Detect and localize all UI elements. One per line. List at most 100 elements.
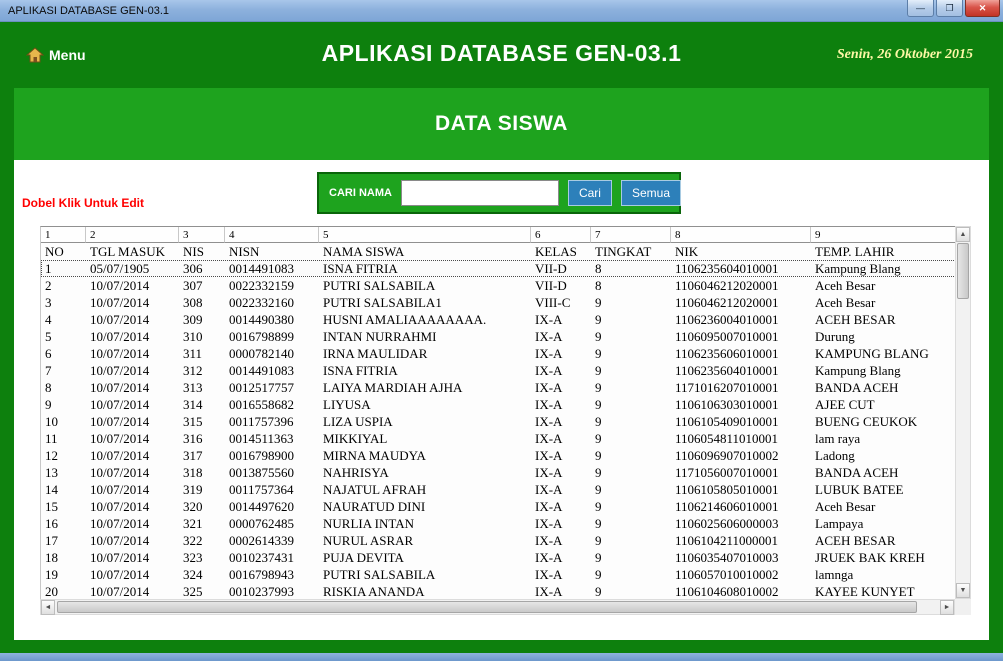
cell: LIYUSA — [323, 397, 371, 412]
cell: 5 — [45, 329, 52, 344]
cell: MIRNA MAUDYA — [323, 448, 426, 463]
cell: TGL MASUK — [86, 243, 179, 260]
table-row[interactable]: 9 10/07/2014 314 0016558682 LIYUSA IX-A 9 11061… — [41, 396, 956, 413]
vertical-scrollbar-thumb[interactable] — [957, 243, 969, 299]
cell: 0013875560 — [229, 465, 294, 480]
cell: 10/07/2014 — [90, 465, 150, 480]
cell: ISNA FITRIA — [323, 363, 398, 378]
menu-button[interactable]: Menu — [26, 47, 86, 63]
home-icon — [26, 47, 44, 63]
cell: 10/07/2014 — [90, 516, 150, 531]
table-row[interactable]: 8 10/07/2014 313 0012517757 LAIYA MARDIAH AJ… — [41, 379, 956, 396]
table-row[interactable]: 17 10/07/2014 322 0002614339 NURUL ASRAR IX-A… — [41, 532, 956, 549]
search-input[interactable] — [400, 180, 559, 206]
cell: 323 — [183, 550, 203, 565]
cell: 1106025606000003 — [675, 516, 779, 531]
cell: PUTRI SALSABILA — [323, 567, 436, 582]
table-row[interactable]: 10 10/07/2014 315 0011757396 LIZA USPIA IX-A 9… — [41, 413, 956, 430]
table-row[interactable]: 14 10/07/2014 319 0011757364 NAJATUL AFRAH IX… — [41, 481, 956, 498]
cell: 307 — [183, 278, 203, 293]
cell: IX-A — [535, 363, 563, 378]
cell: 4 — [45, 312, 52, 327]
cell: 324 — [183, 567, 203, 582]
cell: AJEE CUT — [815, 397, 875, 412]
table-row[interactable]: 13 10/07/2014 318 0013875560 NAHRISYA IX-A 9 11… — [41, 464, 956, 481]
minimize-button[interactable]: — — [907, 0, 934, 17]
close-button[interactable]: ✕ — [965, 0, 1000, 17]
cell: 1106104608010002 — [675, 584, 779, 599]
cell: 10/07/2014 — [90, 499, 150, 514]
cell: NIS — [179, 243, 225, 260]
cell: 9 — [595, 346, 602, 361]
cell: 1 — [41, 227, 86, 243]
cell: 325 — [183, 584, 203, 599]
cell: 308 — [183, 295, 203, 310]
cell: IX-A — [535, 550, 563, 565]
table-row[interactable]: 18 10/07/2014 323 0010237431 PUJA DEVITA IX-A… — [41, 549, 956, 566]
maximize-button[interactable]: ❐ — [936, 0, 963, 17]
table-row[interactable]: 15 10/07/2014 320 0014497620 NAURATUD DINI IX… — [41, 498, 956, 515]
cell: 9 — [595, 431, 602, 446]
scroll-up-icon[interactable]: ▲ — [956, 227, 970, 242]
scroll-right-icon[interactable]: ► — [940, 600, 954, 615]
cell: 315 — [183, 414, 203, 429]
window-titlebar[interactable]: APLIKASI DATABASE GEN-03.1 — ❐ ✕ — [0, 0, 1003, 22]
table-row[interactable]: 20 10/07/2014 325 0010237993 RISKIA ANANDA IX… — [41, 583, 956, 600]
table-row[interactable]: 1 05/07/1905 306 0014491083 ISNA FITRIA VII-D… — [41, 260, 956, 277]
table-row[interactable]: 5 10/07/2014 310 0016798899 INTAN NURRAHMI IX… — [41, 328, 956, 345]
cell: BANDA ACEH — [815, 380, 899, 395]
cell: 1106106303010001 — [675, 397, 779, 412]
cell: 0016798900 — [229, 448, 294, 463]
cell: 9 — [595, 567, 602, 582]
cell: 10/07/2014 — [90, 448, 150, 463]
cell: 0010237993 — [229, 584, 294, 599]
cari-button[interactable]: Cari — [567, 180, 612, 206]
cell: 05/07/1905 — [90, 261, 150, 276]
table-row[interactable]: 6 10/07/2014 311 0000782140 IRNA MAULIDAR IX-… — [41, 345, 956, 362]
app-header: Menu APLIKASI DATABASE GEN-03.1 Senin, 2… — [0, 22, 1003, 88]
cell: VIII-C — [535, 295, 571, 310]
table-row[interactable]: 2 10/07/2014 307 0022332159 PUTRI SALSABILA V… — [41, 277, 956, 294]
cell: 9 — [595, 584, 602, 599]
cell: 10/07/2014 — [90, 278, 150, 293]
menu-label: Menu — [49, 47, 86, 63]
cell: 7 — [45, 363, 52, 378]
cell: 9 — [811, 227, 956, 243]
cell: 16 — [45, 516, 58, 531]
cell: 12 — [45, 448, 58, 463]
cell: 309 — [183, 312, 203, 327]
cell: 1106105409010001 — [675, 414, 779, 429]
cell: NAURATUD DINI — [323, 499, 426, 514]
cell: 1 — [45, 261, 52, 276]
scroll-left-icon[interactable]: ◄ — [41, 600, 55, 615]
cell: 0002614339 — [229, 533, 294, 548]
cell: 321 — [183, 516, 203, 531]
horizontal-scrollbar[interactable]: ◄ ► — [40, 599, 955, 615]
cell: 20 — [45, 584, 58, 599]
scroll-down-icon[interactable]: ▼ — [956, 583, 970, 598]
horizontal-scrollbar-thumb[interactable] — [57, 601, 917, 613]
cell: NISN — [225, 243, 319, 260]
table-row[interactable]: 12 10/07/2014 317 0016798900 MIRNA MAUDYA IX-… — [41, 447, 956, 464]
cell: 10/07/2014 — [90, 380, 150, 395]
cell: RISKIA ANANDA — [323, 584, 425, 599]
table-row[interactable]: 19 10/07/2014 324 0016798943 PUTRI SALSABILA… — [41, 566, 956, 583]
cell: 0011757364 — [229, 482, 294, 497]
vertical-scrollbar[interactable]: ▲ ▼ — [955, 226, 971, 599]
cell: 0000782140 — [229, 346, 294, 361]
table-row[interactable]: 16 10/07/2014 321 0000762485 NURLIA INTAN IX-… — [41, 515, 956, 532]
cell: BANDA ACEH — [815, 465, 899, 480]
cell: Aceh Besar — [815, 499, 876, 514]
cell: 9 — [595, 533, 602, 548]
cell: 18 — [45, 550, 58, 565]
table-row[interactable]: 4 10/07/2014 309 0014490380 HUSNI AMALIAAAAA… — [41, 311, 956, 328]
section-title-band: DATA SISWA — [14, 88, 989, 160]
cell: 0016558682 — [229, 397, 294, 412]
semua-button[interactable]: Semua — [620, 180, 681, 206]
table-row[interactable]: 7 10/07/2014 312 0014491083 ISNA FITRIA IX-A 9… — [41, 362, 956, 379]
table-row[interactable]: 11 10/07/2014 316 0014511363 MIKKIYAL IX-A 9 11… — [41, 430, 956, 447]
cell: VII-D — [535, 278, 567, 293]
table-row[interactable]: 3 10/07/2014 308 0022332160 PUTRI SALSABILA1… — [41, 294, 956, 311]
cell: 0000762485 — [229, 516, 294, 531]
date-label: Senin, 26 Oktober 2015 — [836, 47, 973, 62]
